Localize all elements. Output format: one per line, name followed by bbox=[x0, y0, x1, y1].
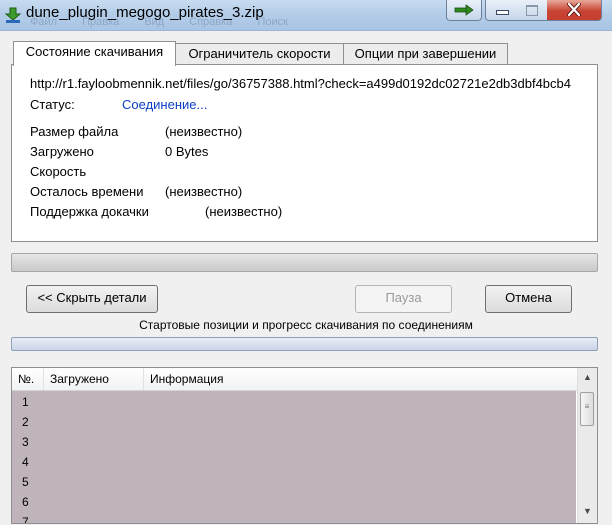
maximize-button[interactable] bbox=[517, 0, 548, 21]
pause-button[interactable]: Пауза bbox=[355, 285, 452, 313]
status-value: Соединение... bbox=[122, 97, 208, 112]
table-row[interactable]: 6 bbox=[22, 495, 29, 509]
hide-details-button[interactable]: << Скрыть детали bbox=[26, 285, 158, 313]
download-icon bbox=[4, 7, 22, 23]
minimize-icon bbox=[496, 10, 509, 15]
minimize-button[interactable] bbox=[485, 0, 519, 21]
table-row[interactable]: 5 bbox=[22, 475, 29, 489]
resume-support-label: Поддержка докачки bbox=[30, 204, 149, 219]
table-row[interactable]: 2 bbox=[22, 415, 29, 429]
table-row[interactable]: 4 bbox=[22, 455, 29, 469]
extra-caption-button[interactable] bbox=[446, 0, 482, 21]
resume-support-value: (неизвестно) bbox=[205, 204, 283, 219]
vertical-scrollbar[interactable]: ▲ ≡ ▼ bbox=[577, 368, 597, 523]
file-size-label: Размер файла bbox=[30, 124, 119, 139]
tab-completion-options[interactable]: Опции при завершении bbox=[343, 43, 508, 65]
table-body: 1 2 3 4 5 6 7 bbox=[12, 391, 576, 523]
scroll-up-arrow-icon[interactable]: ▲ bbox=[578, 368, 597, 387]
speed-label: Скорость bbox=[30, 164, 87, 179]
connections-table[interactable]: №. Загружено Информация 1 2 3 4 5 6 7 ▲ … bbox=[11, 367, 598, 524]
status-panel: http://r1.fayloobmennik.net/files/go/367… bbox=[11, 64, 598, 242]
tab-speed-limiter[interactable]: Ограничитель скорости bbox=[175, 43, 344, 65]
title-bar[interactable]: Файл Правка Вид Справка Поиск dune_plugi… bbox=[0, 0, 612, 31]
connections-progress-bar bbox=[11, 337, 598, 351]
table-header: №. Загружено Информация bbox=[12, 368, 577, 391]
status-label: Статус: bbox=[30, 97, 75, 112]
time-left-value: (неизвестно) bbox=[165, 184, 243, 199]
connections-caption: Стартовые позиции и прогресс скачивания … bbox=[139, 318, 473, 332]
header-downloaded[interactable]: Загружено bbox=[44, 368, 144, 390]
arrow-right-icon bbox=[454, 4, 474, 16]
downloaded-value: 0 Bytes bbox=[165, 144, 209, 159]
downloaded-label: Загружено bbox=[30, 144, 94, 159]
time-left-label: Осталось времени bbox=[30, 184, 144, 199]
table-row[interactable]: 7 bbox=[22, 515, 29, 523]
header-info[interactable]: Информация bbox=[144, 368, 577, 390]
header-number[interactable]: №. bbox=[12, 368, 44, 390]
close-icon bbox=[567, 3, 581, 16]
maximize-icon bbox=[526, 5, 538, 16]
download-progress-bar bbox=[11, 253, 598, 272]
scroll-thumb[interactable]: ≡ bbox=[580, 392, 594, 426]
cancel-button[interactable]: Отмена bbox=[485, 285, 572, 313]
download-url: http://r1.fayloobmennik.net/files/go/367… bbox=[30, 76, 571, 91]
grip-icon: ≡ bbox=[584, 402, 590, 411]
scroll-down-arrow-icon[interactable]: ▼ bbox=[578, 502, 597, 521]
window-title: dune_plugin_megogo_pirates_3.zip bbox=[26, 4, 264, 21]
table-row[interactable]: 3 bbox=[22, 435, 29, 449]
tab-download-status[interactable]: Состояние скачивания bbox=[13, 41, 176, 66]
file-size-value: (неизвестно) bbox=[165, 124, 243, 139]
close-button[interactable] bbox=[547, 0, 602, 21]
table-row[interactable]: 1 bbox=[22, 395, 29, 409]
